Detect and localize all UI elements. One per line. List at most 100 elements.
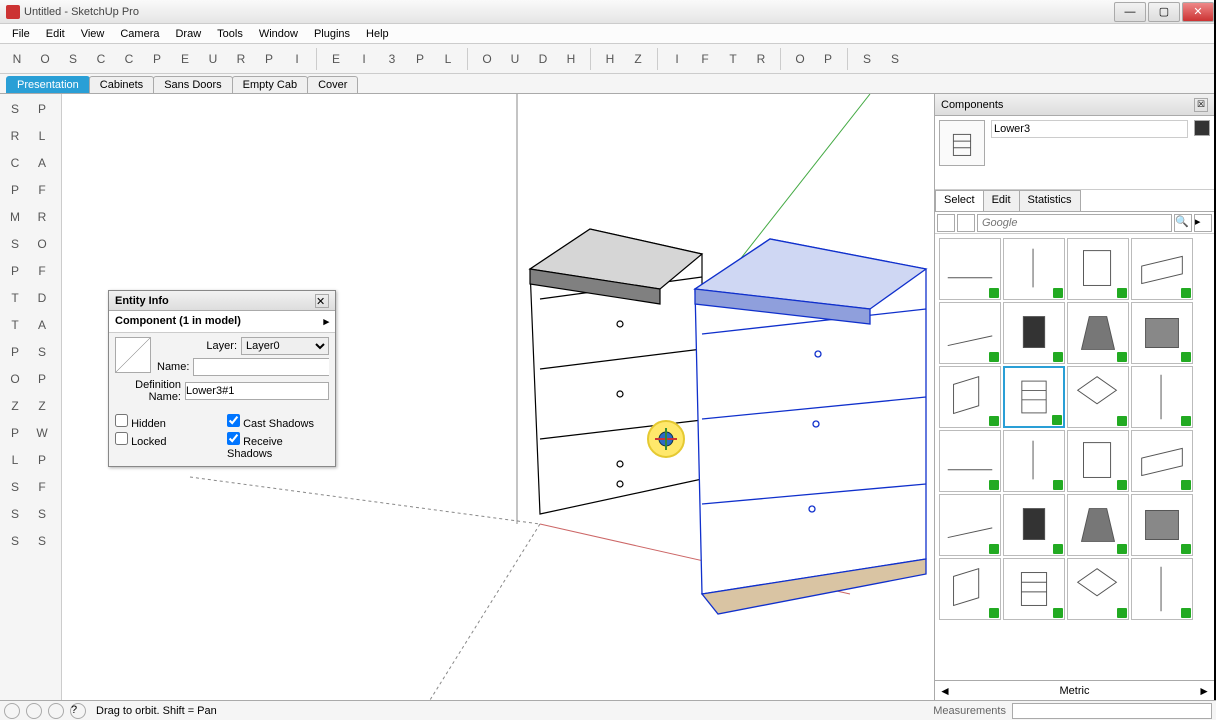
ortho-button[interactable] xyxy=(787,46,813,72)
components-tab-statistics[interactable]: Statistics xyxy=(1019,190,1081,211)
shadow-tool[interactable] xyxy=(2,501,28,527)
line-tool[interactable] xyxy=(29,123,55,149)
export-button[interactable] xyxy=(323,46,349,72)
menu-edit[interactable]: Edit xyxy=(38,24,73,43)
component-thumb[interactable] xyxy=(1067,494,1129,556)
offset-tool[interactable] xyxy=(29,231,55,257)
nav-back[interactable]: ◄ xyxy=(939,684,951,698)
dim-tool[interactable] xyxy=(29,285,55,311)
nav-forward[interactable]: ► xyxy=(1198,684,1210,698)
paint-button[interactable] xyxy=(407,46,433,72)
definition-name-input[interactable] xyxy=(185,382,329,400)
select-tool[interactable] xyxy=(2,96,28,122)
hand-button[interactable] xyxy=(597,46,623,72)
component-thumb[interactable] xyxy=(1003,558,1065,620)
scene-tab-cabinets[interactable]: Cabinets xyxy=(89,76,154,93)
component-thumb[interactable] xyxy=(1003,430,1065,492)
scene-tab-presentation[interactable]: Presentation xyxy=(6,76,90,93)
component-thumb[interactable] xyxy=(1067,302,1129,364)
text-tool[interactable] xyxy=(2,312,28,338)
component-thumb[interactable] xyxy=(1131,238,1193,300)
outliner-button[interactable] xyxy=(474,46,500,72)
print-button[interactable] xyxy=(256,46,282,72)
persp-button[interactable] xyxy=(815,46,841,72)
layer-select[interactable]: Layer0 xyxy=(241,337,329,355)
sandbox-tool[interactable] xyxy=(2,474,28,500)
redo-button[interactable] xyxy=(228,46,254,72)
minimize-button[interactable]: — xyxy=(1114,2,1146,22)
layer-button[interactable] xyxy=(435,46,461,72)
component-thumb[interactable] xyxy=(939,494,1001,556)
close-button[interactable]: ✕ xyxy=(1182,2,1214,22)
maximize-button[interactable]: ▢ xyxy=(1148,2,1180,22)
zoom-tool[interactable] xyxy=(2,393,28,419)
rect-tool[interactable] xyxy=(2,123,28,149)
component-thumb[interactable] xyxy=(1067,558,1129,620)
component-thumb[interactable] xyxy=(939,302,1001,364)
arrow-button[interactable]: ▸ xyxy=(1194,214,1212,232)
shade2-button[interactable] xyxy=(882,46,908,72)
components-tab-edit[interactable]: Edit xyxy=(983,190,1020,211)
erase-button[interactable] xyxy=(172,46,198,72)
circle-tool[interactable] xyxy=(2,150,28,176)
search-button[interactable]: 🔍 xyxy=(1174,214,1192,232)
menu-help[interactable]: Help xyxy=(358,24,397,43)
component-thumb[interactable] xyxy=(1003,302,1065,364)
view-mode-dropdown[interactable] xyxy=(937,214,955,232)
help-icon[interactable]: ? xyxy=(70,703,86,719)
menu-view[interactable]: View xyxy=(73,24,113,43)
paint-tool[interactable] xyxy=(29,96,55,122)
component-search[interactable] xyxy=(977,214,1172,232)
menu-camera[interactable]: Camera xyxy=(112,24,167,43)
info-button[interactable] xyxy=(284,46,310,72)
undo-button[interactable] xyxy=(200,46,226,72)
hidden-checkbox[interactable] xyxy=(115,414,128,427)
arc-tool[interactable] xyxy=(29,150,55,176)
component-thumb[interactable] xyxy=(1067,430,1129,492)
follow-tool[interactable] xyxy=(29,258,55,284)
scale-tool[interactable] xyxy=(2,231,28,257)
viewport[interactable]: Entity Info ✕ Component (1 in model) ▸ L… xyxy=(62,94,934,700)
walk-tool[interactable] xyxy=(29,420,55,446)
entity-info-close[interactable]: ✕ xyxy=(315,294,329,308)
solid1-tool[interactable] xyxy=(29,501,55,527)
hide-button[interactable] xyxy=(558,46,584,72)
component-thumb[interactable] xyxy=(1131,366,1193,428)
scene-tab-empty-cab[interactable]: Empty Cab xyxy=(232,76,308,93)
component-thumb[interactable] xyxy=(939,558,1001,620)
cast-shadows-checkbox[interactable] xyxy=(227,414,240,427)
component-thumb[interactable] xyxy=(1131,558,1193,620)
look-tool[interactable] xyxy=(2,447,28,473)
rotate-tool[interactable] xyxy=(29,204,55,230)
name-input[interactable] xyxy=(193,358,329,376)
new-button[interactable] xyxy=(4,46,30,72)
down-button[interactable] xyxy=(530,46,556,72)
position-tool[interactable] xyxy=(29,447,55,473)
move-tool[interactable] xyxy=(2,204,28,230)
axes-tool[interactable] xyxy=(29,312,55,338)
menu-file[interactable]: File xyxy=(4,24,38,43)
3dw-button[interactable] xyxy=(379,46,405,72)
status-icon-2[interactable] xyxy=(26,703,42,719)
orbit-tool[interactable] xyxy=(2,366,28,392)
component-thumb[interactable] xyxy=(1131,430,1193,492)
menu-draw[interactable]: Draw xyxy=(167,24,209,43)
solid2-tool[interactable] xyxy=(2,528,28,554)
front-button[interactable] xyxy=(692,46,718,72)
zoomext-tool[interactable] xyxy=(29,393,55,419)
component-thumb[interactable] xyxy=(939,366,1001,428)
scene-tab-cover[interactable]: Cover xyxy=(307,76,358,93)
component-info-toggle[interactable] xyxy=(1194,120,1210,136)
save-button[interactable] xyxy=(60,46,86,72)
up-button[interactable] xyxy=(502,46,528,72)
status-icon-3[interactable] xyxy=(48,703,64,719)
components-tab-select[interactable]: Select xyxy=(935,190,984,211)
component-thumb[interactable] xyxy=(1003,238,1065,300)
copy-button[interactable] xyxy=(116,46,142,72)
freehand-tool[interactable] xyxy=(29,177,55,203)
component-thumb[interactable] xyxy=(1067,366,1129,428)
home-dropdown[interactable] xyxy=(957,214,975,232)
component-thumb[interactable] xyxy=(1131,302,1193,364)
poly-tool[interactable] xyxy=(2,177,28,203)
locked-checkbox[interactable] xyxy=(115,432,128,445)
